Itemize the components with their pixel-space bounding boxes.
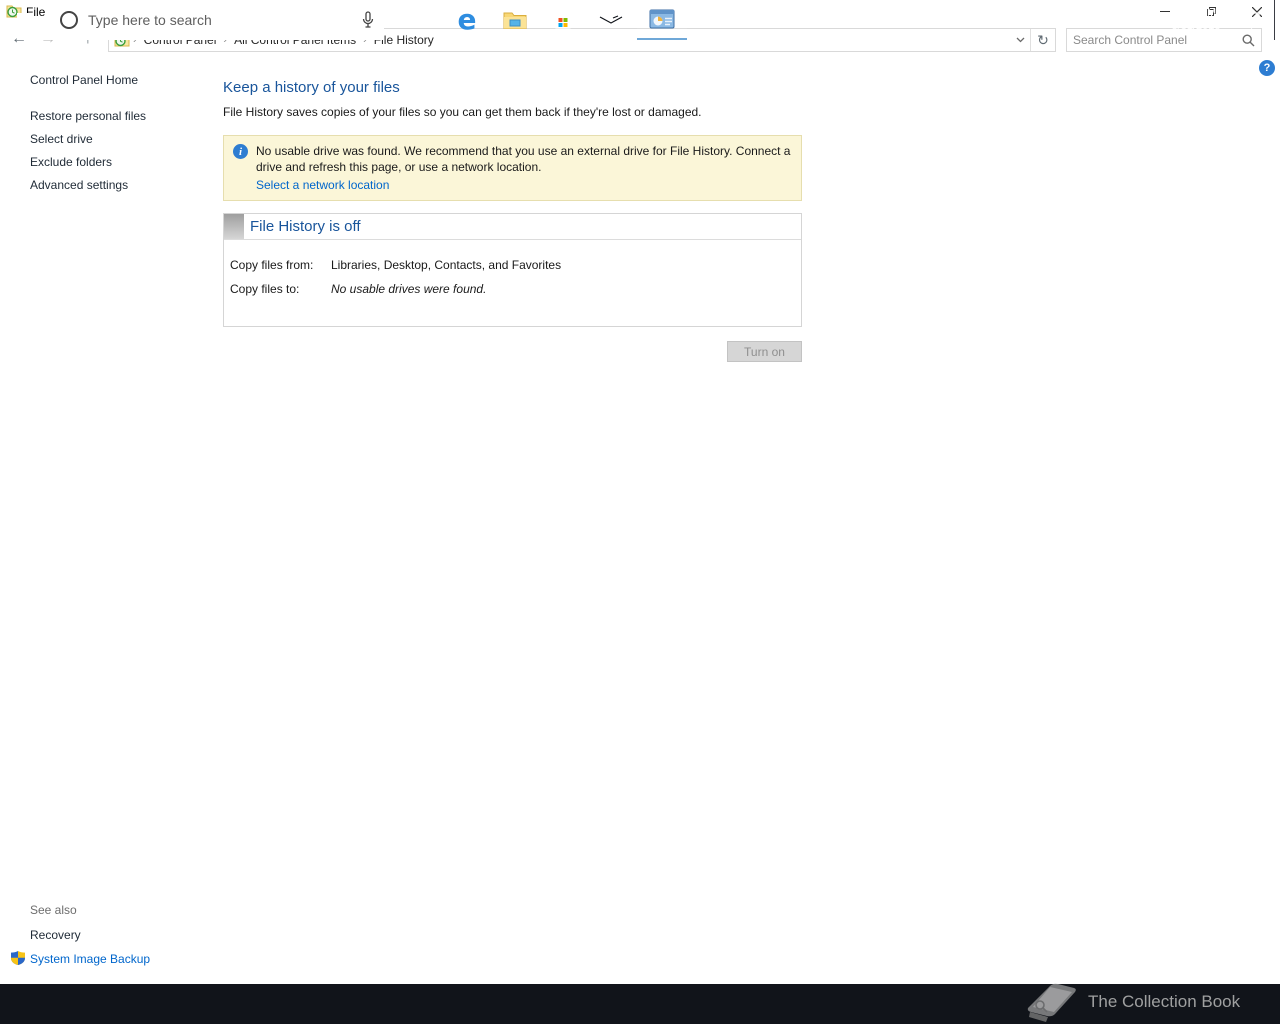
status-chip-icon [224,214,244,239]
copy-files-from-row: Copy files from: Libraries, Desktop, Con… [230,258,801,272]
cortana-icon [60,11,78,29]
sidebar-item-restore-personal-files[interactable]: Restore personal files [30,110,210,122]
notice-text: No usable drive was found. We recommend … [256,144,791,174]
microsoft-store-icon [555,10,571,29]
notice-banner: i No usable drive was found. We recommen… [223,135,802,201]
show-desktop-button[interactable] [1274,0,1280,40]
copy-files-to-row: Copy files to: No usable drives were fou… [230,282,801,296]
clock-time: 9:27 AM [1175,7,1217,19]
sidebar-item-exclude-folders[interactable]: Exclude folders [30,156,210,168]
system-image-backup-label: System Image Backup [30,952,151,966]
status-header: File History is off [224,214,801,240]
copy-files-from-label: Copy files from: [230,258,314,272]
clock-date: 3/31/2018 [1171,20,1221,32]
see-also-heading: See also [30,903,77,917]
microphone-icon[interactable] [362,11,374,29]
refresh-button[interactable]: ↻ [1031,29,1055,51]
file-history-status-panel: File History is off Copy files from: Lib… [223,213,802,327]
page-title: Keep a history of your files [223,79,400,96]
task-view-icon [405,13,425,27]
main-content: Keep a history of your files File Histor… [223,79,803,362]
address-dropdown-button[interactable] [1010,29,1030,51]
taskbar-search-box[interactable] [48,0,384,40]
info-icon: i [233,144,248,159]
sidebar: Control Panel Home Restore personal file… [30,73,210,202]
sidebar-item-select-drive[interactable]: Select drive [30,133,210,145]
file-history-taskbar-button[interactable] [637,0,687,40]
taskbar-search-input[interactable] [78,12,362,28]
action-center-button[interactable] [1236,0,1266,40]
task-view-button[interactable] [391,0,439,40]
copy-files-to-value: No usable drives were found. [331,282,487,296]
sidebar-item-advanced-settings[interactable]: Advanced settings [30,179,210,191]
chevron-down-icon [1016,37,1024,43]
copy-files-from-value: Libraries, Desktop, Contacts, and Favori… [331,258,562,272]
status-body: Copy files from: Libraries, Desktop, Con… [224,240,801,326]
control-panel-window-icon [649,9,675,29]
uac-shield-icon [11,951,25,965]
volume-icon[interactable] [1138,0,1162,40]
edge-icon: e [457,3,477,36]
see-also-section: See also Recovery System Image Backup [11,903,151,966]
sidebar-item-recovery[interactable]: Recovery [30,928,150,942]
copy-files-to-label: Copy files to: [230,282,300,296]
action-center-icon [1242,11,1260,29]
windows-logo-icon [16,12,32,28]
sidebar-item-system-image-backup[interactable]: System Image Backup [11,951,151,966]
windows-ink-pen-icon[interactable] [1092,0,1114,40]
edge-browser-button[interactable]: e [443,0,491,40]
turn-on-button[interactable]: Turn on [727,341,802,362]
taskbar [0,984,1280,1024]
mail-icon [599,11,623,28]
file-explorer-icon [503,12,527,29]
select-network-location-link[interactable]: Select a network location [256,178,791,192]
desktop-screen: File History ← → ↑ [0,0,1280,1024]
file-explorer-button[interactable] [491,0,539,40]
network-icon[interactable] [1114,0,1138,40]
sidebar-item-control-panel-home[interactable]: Control Panel Home [30,73,210,87]
status-title: File History is off [250,218,361,235]
help-button[interactable]: ? [1259,60,1275,76]
mail-button[interactable] [587,0,635,40]
taskbar-clock[interactable]: 9:27 AM 3/31/2018 [1164,0,1228,40]
start-button[interactable] [0,0,48,40]
microsoft-store-button[interactable] [539,0,587,40]
page-description: File History saves copies of your files … [223,105,702,119]
